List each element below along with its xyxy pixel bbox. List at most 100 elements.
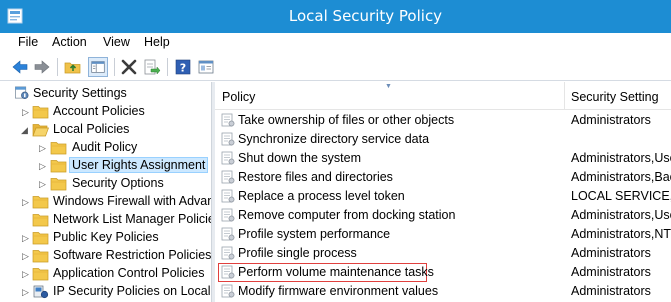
- tree-item-public-key-policies[interactable]: ▷ Public Key Policies: [0, 229, 211, 247]
- policy-name: Take ownership of files or other objects: [238, 113, 455, 127]
- folder-icon: [32, 250, 49, 263]
- svg-text:?: ?: [180, 62, 186, 75]
- column-header-policy[interactable]: Policy: [222, 90, 255, 104]
- expand-arrow-icon[interactable]: ▷: [39, 143, 48, 153]
- tree-item-label: Local Policies: [53, 122, 130, 136]
- menu-file[interactable]: File: [18, 35, 38, 49]
- tree-item-application-control[interactable]: ▷ Application Control Policies: [0, 265, 211, 283]
- forward-icon[interactable]: [32, 57, 52, 77]
- export-list-icon[interactable]: [142, 57, 162, 77]
- tree-item-ip-security-policies[interactable]: ▷ IP Security Policies on Local C: [0, 283, 211, 301]
- tree-item-network-list-manager[interactable]: Network List Manager Policies: [0, 211, 211, 229]
- tree-item-label: Software Restriction Policies: [53, 248, 211, 262]
- policy-setting-icon: [221, 189, 235, 203]
- toolbar-separator: [114, 58, 115, 76]
- expand-arrow-icon[interactable]: ▷: [22, 233, 31, 243]
- ip-security-icon: [33, 285, 49, 299]
- tree-item-label: IP Security Policies on Local C: [53, 284, 211, 298]
- window-title: Local Security Policy: [288, 7, 443, 25]
- policy-name: Replace a process level token: [238, 189, 405, 203]
- menu-view[interactable]: View: [103, 35, 130, 49]
- folder-icon: [50, 178, 67, 191]
- policy-name: Shut down the system: [238, 151, 361, 165]
- policy-setting-icon: [221, 284, 235, 298]
- security-settings-icon: [15, 86, 29, 99]
- policy-setting-icon: [221, 132, 235, 146]
- console-tree: Security Settings ▷ Account Policies ◢ L…: [0, 82, 211, 302]
- policy-security-setting: Administrators: [571, 113, 651, 127]
- expand-arrow-icon[interactable]: ▷: [22, 107, 31, 117]
- tree-item-label: Security Settings: [33, 86, 127, 100]
- menu-action[interactable]: Action: [52, 35, 87, 49]
- policy-row[interactable]: Profile single process Administrators: [215, 244, 671, 263]
- column-divider[interactable]: [564, 82, 565, 110]
- tree-item-user-rights-assignment[interactable]: ▷ User Rights Assignment: [0, 157, 211, 175]
- policy-name: Synchronize directory service data: [238, 132, 430, 146]
- expand-arrow-icon[interactable]: ▷: [39, 179, 48, 189]
- folder-icon: [50, 142, 67, 155]
- tree-item-windows-firewall[interactable]: ▷ Windows Firewall with Advan: [0, 193, 211, 211]
- policy-name: Remove computer from docking station: [238, 208, 456, 222]
- policy-row[interactable]: Remove computer from docking station Admi…: [215, 206, 671, 225]
- expand-arrow-icon[interactable]: ▷: [22, 251, 31, 261]
- back-icon[interactable]: [10, 57, 30, 77]
- expand-arrow-icon[interactable]: ▷: [39, 161, 48, 171]
- help-icon[interactable]: ?: [173, 57, 193, 77]
- policy-setting-icon: [221, 227, 235, 241]
- policy-list: ▼ Policy Security Setting Take ownership…: [215, 82, 671, 302]
- tree-item-label: Network List Manager Policies: [53, 212, 211, 226]
- folder-icon: [50, 160, 67, 173]
- policy-name: Modify firmware environment values: [238, 284, 439, 298]
- toolbar-separator: [57, 58, 58, 76]
- policy-row[interactable]: Replace a process level token LOCAL SERVI…: [215, 187, 671, 206]
- show-hide-tree-icon[interactable]: [88, 57, 108, 77]
- expand-arrow-icon[interactable]: ▷: [22, 287, 31, 297]
- tree-item-security-settings[interactable]: Security Settings: [0, 85, 211, 103]
- tree-item-label: Public Key Policies: [53, 230, 159, 244]
- policy-security-setting: Administrators: [571, 246, 651, 260]
- expand-arrow-icon[interactable]: ▷: [22, 269, 31, 279]
- properties-icon[interactable]: [196, 57, 216, 77]
- tree-item-label: Account Policies: [53, 104, 145, 118]
- column-header-security-setting[interactable]: Security Setting: [571, 90, 659, 104]
- expand-arrow-icon[interactable]: ▷: [22, 197, 31, 207]
- toolbar: ?: [0, 53, 671, 81]
- up-folder-icon[interactable]: [63, 57, 83, 77]
- title-bar: Local Security Policy: [0, 0, 671, 33]
- tree-item-label: Application Control Policies: [53, 266, 205, 280]
- policy-setting-icon: [221, 246, 235, 260]
- menu-bar: File Action View Help: [0, 33, 671, 53]
- delete-icon[interactable]: [119, 57, 139, 77]
- menu-help[interactable]: Help: [144, 35, 170, 49]
- tree-item-account-policies[interactable]: ▷ Account Policies: [0, 103, 211, 121]
- toolbar-separator: [167, 58, 168, 76]
- policy-name: Restore files and directories: [238, 170, 393, 184]
- folder-icon: [32, 214, 49, 227]
- policy-row[interactable]: Profile system performance Administrators…: [215, 225, 671, 244]
- policy-security-setting: LOCAL SERVICE,NE: [571, 189, 671, 203]
- policy-row[interactable]: Perform volume maintenance tasks Administ…: [215, 263, 671, 282]
- policy-name: Profile single process: [238, 246, 357, 260]
- tree-item-audit-policy[interactable]: ▷ Audit Policy: [0, 139, 211, 157]
- policy-row[interactable]: Take ownership of files or other objects…: [215, 111, 671, 130]
- policy-row[interactable]: Shut down the system Administrators,Use: [215, 149, 671, 168]
- folder-icon: [32, 106, 49, 119]
- tree-item-software-restriction[interactable]: ▷ Software Restriction Policies: [0, 247, 211, 265]
- policy-setting-icon: [221, 170, 235, 184]
- tree-item-label: User Rights Assignment: [68, 157, 209, 173]
- policy-row[interactable]: Synchronize directory service data: [215, 130, 671, 149]
- folder-icon: [32, 232, 49, 245]
- policy-setting-icon: [221, 151, 235, 165]
- tree-item-label: Audit Policy: [72, 140, 138, 154]
- tree-item-security-options[interactable]: ▷ Security Options: [0, 175, 211, 193]
- collapse-arrow-icon[interactable]: ◢: [21, 125, 30, 135]
- tree-item-local-policies[interactable]: ◢ Local Policies: [0, 121, 211, 139]
- policy-row[interactable]: Restore files and directories Administrat…: [215, 168, 671, 187]
- policy-security-setting: Administrators: [571, 284, 651, 298]
- policy-name: Profile system performance: [238, 227, 391, 241]
- policy-security-setting: Administrators,Use: [571, 208, 671, 222]
- policy-row[interactable]: Modify firmware environment values Admini…: [215, 282, 671, 301]
- policy-security-setting: Administrators: [571, 265, 651, 279]
- tree-item-label: Windows Firewall with Advan: [53, 194, 211, 208]
- sort-indicator-icon: ▼: [385, 83, 392, 90]
